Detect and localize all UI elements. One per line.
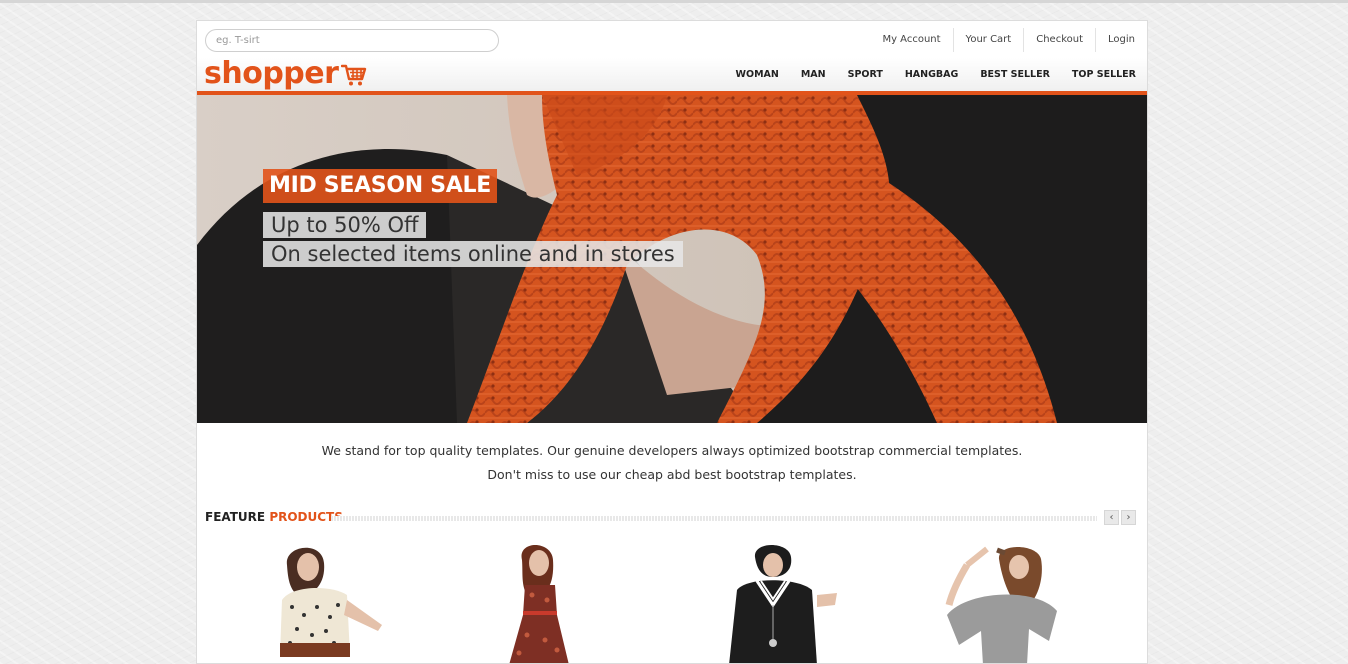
hero-line-2: On selected items online and in stores bbox=[263, 241, 683, 267]
product-image bbox=[945, 546, 1057, 663]
menu-best-seller[interactable]: BEST SELLER bbox=[980, 69, 1050, 80]
featured-divider bbox=[331, 516, 1097, 521]
top-bar: My Account Your Cart Checkout Login bbox=[197, 21, 1147, 59]
main-navbar: shopper WOMAN MAN SPORT HANGBAG BEST SEL… bbox=[197, 56, 1147, 95]
account-links: My Account Your Cart Checkout Login bbox=[870, 21, 1147, 58]
logo-text: shopper bbox=[204, 56, 339, 91]
page-container: My Account Your Cart Checkout Login shop… bbox=[196, 20, 1148, 664]
carousel-prev-button[interactable]: ‹ bbox=[1104, 510, 1119, 525]
search-input[interactable] bbox=[205, 29, 499, 52]
intro-line-2: Don't miss to use our cheap abd best boo… bbox=[487, 467, 857, 482]
menu-sport[interactable]: SPORT bbox=[848, 69, 883, 80]
hero-line-1: Up to 50% Off bbox=[263, 212, 427, 238]
product-image bbox=[729, 545, 837, 663]
main-menu: WOMAN MAN SPORT HANGBAG BEST SELLER TOP … bbox=[725, 58, 1147, 91]
logo[interactable]: shopper bbox=[204, 56, 367, 92]
hero-title: MID SEASON SALE bbox=[263, 169, 497, 203]
carousel-next-button[interactable]: › bbox=[1121, 510, 1136, 525]
your-cart-link[interactable]: Your Cart bbox=[952, 27, 1024, 52]
menu-hangbag[interactable]: HANGBAG bbox=[905, 69, 958, 80]
login-link[interactable]: Login bbox=[1095, 27, 1147, 52]
product-image bbox=[280, 547, 382, 657]
product-image bbox=[509, 545, 569, 663]
hero-banner[interactable]: MID SEASON SALE Up to 50% Off On selecte… bbox=[197, 95, 1147, 423]
menu-man[interactable]: MAN bbox=[801, 69, 826, 80]
checkout-link[interactable]: Checkout bbox=[1023, 27, 1095, 52]
menu-woman[interactable]: WOMAN bbox=[736, 69, 779, 80]
featured-title-part1: FEATURE bbox=[205, 510, 266, 524]
featured-header: FEATURE PRODUCTS ‹ › bbox=[205, 509, 1139, 527]
featured-products bbox=[197, 545, 1147, 663]
menu-top-seller[interactable]: TOP SELLER bbox=[1072, 69, 1136, 80]
shopping-cart-icon bbox=[341, 64, 367, 86]
my-account-link[interactable]: My Account bbox=[870, 28, 952, 52]
intro-line-1: We stand for top quality templates. Our … bbox=[321, 443, 1023, 458]
featured-title: FEATURE PRODUCTS bbox=[205, 510, 343, 524]
intro-text: We stand for top quality templates. Our … bbox=[197, 439, 1147, 487]
product-black-top[interactable] bbox=[717, 545, 847, 663]
product-polka-blouse[interactable] bbox=[262, 545, 392, 663]
browser-top-edge bbox=[0, 0, 1348, 3]
product-grey-top[interactable] bbox=[937, 545, 1067, 663]
product-floral-dress[interactable] bbox=[497, 545, 627, 663]
